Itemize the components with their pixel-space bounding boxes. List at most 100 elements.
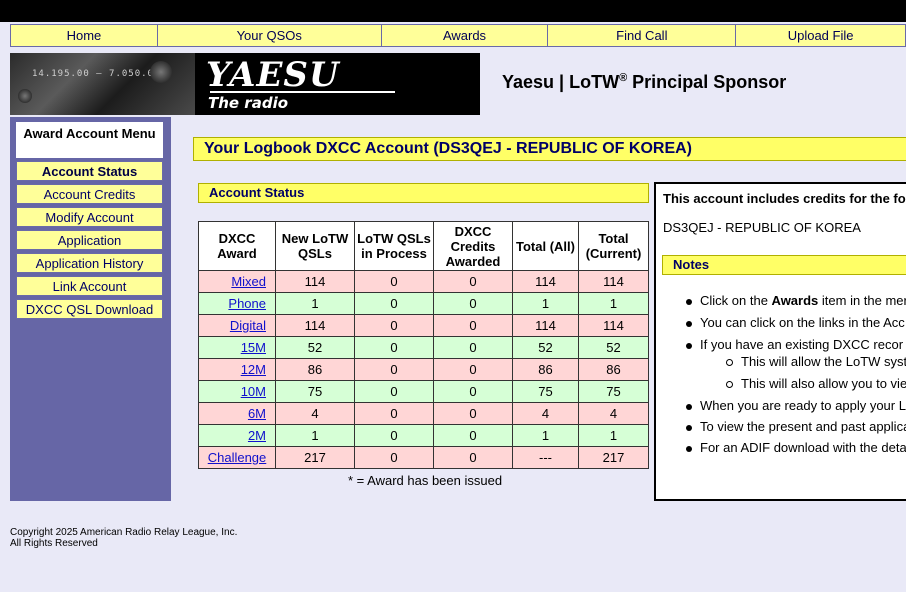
award-link-digital[interactable]: Digital — [198, 314, 276, 337]
menu-title: Award Account Menu — [16, 122, 163, 158]
note-item: When you are ready to apply your L — [686, 398, 906, 413]
menu-item-modify-account[interactable]: Modify Account — [16, 207, 163, 227]
cell-credits: 0 — [433, 380, 513, 403]
cell-process: 0 — [354, 446, 434, 469]
cell-new: 86 — [275, 358, 355, 381]
cell-total-current: 1 — [578, 292, 649, 315]
account-info-panel: This account includes credits for the fo… — [654, 182, 906, 501]
page-title: Your Logbook DXCC Account (DS3QEJ - REPU… — [193, 137, 906, 161]
menu-item-application-history[interactable]: Application History — [16, 253, 163, 273]
award-link-6m[interactable]: 6M — [198, 402, 276, 425]
cell-credits: 0 — [433, 424, 513, 447]
info-callsign: DS3QEJ - REPUBLIC OF KOREA — [663, 220, 861, 235]
cell-total-current: 217 — [578, 446, 649, 469]
cell-total-current: 114 — [578, 314, 649, 337]
sponsor-banner[interactable]: 14.195.00 — 7.050.00 YAESU The radio — [10, 53, 480, 115]
cell-total-all: 114 — [512, 314, 579, 337]
col-dxcc-award: DXCC Award — [198, 221, 276, 271]
cell-total-all: 52 — [512, 336, 579, 359]
cell-new: 114 — [275, 270, 355, 293]
note-item: For an ADIF download with the deta — [686, 440, 906, 455]
bullet-icon — [686, 298, 692, 305]
table-row: Digital 114 0 0 114 114 — [198, 314, 649, 337]
menu-item-account-credits[interactable]: Account Credits — [16, 184, 163, 204]
nav-upload-file[interactable]: Upload File — [736, 24, 906, 47]
yaesu-logo: YAESU — [206, 55, 340, 95]
col-dxcc-credits-awarded: DXCC Credits Awarded — [433, 221, 513, 271]
cell-total-all: --- — [512, 446, 579, 469]
knob-icon — [18, 89, 32, 103]
note-subitem: This will allow the LoTW syst — [726, 354, 906, 369]
bullet-icon — [686, 320, 692, 327]
copyright-line: Copyright 2025 American Radio Relay Leag… — [10, 527, 238, 538]
top-black-bar — [0, 0, 906, 22]
cell-total-current: 75 — [578, 380, 649, 403]
cell-new: 52 — [275, 336, 355, 359]
circle-bullet-icon — [726, 381, 733, 389]
cell-credits: 0 — [433, 358, 513, 381]
menu-item-application[interactable]: Application — [16, 230, 163, 250]
bullet-icon — [686, 424, 692, 431]
cell-credits: 0 — [433, 336, 513, 359]
cell-process: 0 — [354, 292, 434, 315]
cell-total-current: 86 — [578, 358, 649, 381]
copyright-footer: Copyright 2025 American Radio Relay Leag… — [10, 527, 237, 549]
nav-home[interactable]: Home — [10, 24, 158, 47]
table-row: Challenge 217 0 0 --- 217 — [198, 446, 649, 469]
nav-your-qsos[interactable]: Your QSOs — [157, 24, 382, 47]
award-account-sidebar: Award Account Menu Account Status Accoun… — [10, 117, 171, 501]
col-total-current: Total (Current) — [578, 221, 649, 271]
award-link-15m[interactable]: 15M — [198, 336, 276, 359]
nav-awards[interactable]: Awards — [381, 24, 549, 47]
award-link-12m[interactable]: 12M — [198, 358, 276, 381]
cell-new: 4 — [275, 402, 355, 425]
menu-item-dxcc-qsl-download[interactable]: DXCC QSL Download — [16, 299, 163, 319]
menu-item-link-account[interactable]: Link Account — [16, 276, 163, 296]
cell-total-all: 4 — [512, 402, 579, 425]
cell-credits: 0 — [433, 292, 513, 315]
col-lotw-qsls-in-process: LoTW QSLs in Process — [354, 221, 434, 271]
info-title: This account includes credits for the fo… — [663, 191, 906, 206]
logo-divider — [210, 91, 395, 93]
cell-new: 217 — [275, 446, 355, 469]
cell-total-current: 1 — [578, 424, 649, 447]
award-link-mixed[interactable]: Mixed — [198, 270, 276, 293]
yaesu-tagline: The radio — [208, 94, 289, 112]
award-footnote: * = Award has been issued — [348, 473, 503, 488]
cell-total-current: 114 — [578, 270, 649, 293]
award-link-phone[interactable]: Phone — [198, 292, 276, 315]
table-header-row: DXCC Award New LoTW QSLs LoTW QSLs in Pr… — [198, 221, 649, 271]
cell-process: 0 — [354, 424, 434, 447]
cell-process: 0 — [354, 270, 434, 293]
cell-process: 0 — [354, 380, 434, 403]
cell-new: 75 — [275, 380, 355, 403]
table-row: Mixed 114 0 0 114 114 — [198, 270, 649, 293]
menu-item-account-status[interactable]: Account Status — [16, 161, 163, 181]
cell-total-all: 114 — [512, 270, 579, 293]
radio-image: 14.195.00 — 7.050.00 — [10, 53, 195, 115]
main-nav: Home Your QSOs Awards Find Call Upload F… — [10, 24, 906, 47]
cell-total-all: 1 — [512, 292, 579, 315]
award-link-challenge[interactable]: Challenge — [198, 446, 276, 469]
cell-process: 0 — [354, 358, 434, 381]
bullet-icon — [686, 342, 692, 349]
circle-bullet-icon — [726, 359, 733, 367]
cell-total-current: 4 — [578, 402, 649, 425]
cell-process: 0 — [354, 336, 434, 359]
note-item: If you have an existing DXCC recor — [686, 337, 903, 352]
col-new-lotw-qsls: New LoTW QSLs — [275, 221, 355, 271]
award-link-10m[interactable]: 10M — [198, 380, 276, 403]
nav-find-call[interactable]: Find Call — [548, 24, 737, 47]
account-status-table: DXCC Award New LoTW QSLs LoTW QSLs in Pr… — [198, 221, 649, 469]
cell-credits: 0 — [433, 402, 513, 425]
radio-display: 14.195.00 — 7.050.00 — [32, 69, 161, 79]
cell-process: 0 — [354, 402, 434, 425]
knob-icon — [150, 61, 172, 83]
award-link-2m[interactable]: 2M — [198, 424, 276, 447]
notes-heading: Notes — [662, 255, 906, 275]
table-row: 15M 52 0 0 52 52 — [198, 336, 649, 359]
cell-new: 114 — [275, 314, 355, 337]
cell-total-all: 75 — [512, 380, 579, 403]
sponsor-text: Yaesu | LoTW® Principal Sponsor — [502, 72, 787, 92]
table-row: 6M 4 0 0 4 4 — [198, 402, 649, 425]
